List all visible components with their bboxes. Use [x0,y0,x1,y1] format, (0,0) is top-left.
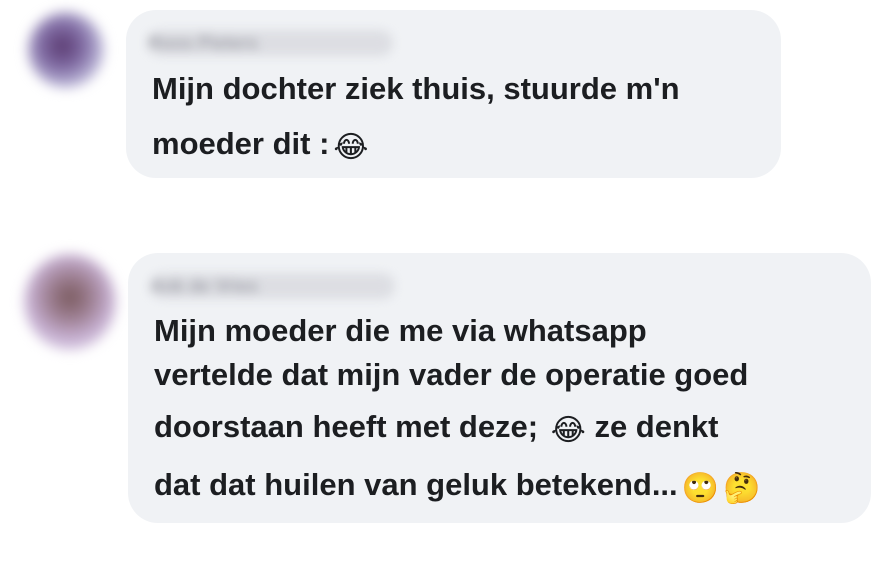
eye-roll-emoji-icon: 🙄 [681,472,720,505]
comment-text-line: moeder dit : 😂 [152,128,368,163]
comment-text-line: doorstaan heeft met deze; 😂 ze denkt [154,411,718,446]
comment-bubble: Ank de Vries Mijn moeder die me via what… [128,253,871,523]
laughing-tears-emoji-icon: 😂 [333,131,369,164]
comment-text-line: Mijn dochter ziek thuis, stuurde m'n [152,71,680,106]
comment-thread: Roos Pieters Mijn dochter ziek thuis, st… [0,0,880,569]
comment-bubble: Roos Pieters Mijn dochter ziek thuis, st… [126,10,781,178]
comment-text: doorstaan heeft met deze; [154,409,539,444]
avatar[interactable] [28,12,104,88]
comment-text: moeder dit : [152,126,330,161]
comment-text-line: dat dat huilen van geluk betekend... 🙄 🤔 [154,469,760,504]
avatar[interactable] [24,254,116,350]
author-name[interactable]: Ank de Vries [150,273,395,299]
comment-text-line: Mijn moeder die me via whatsapp [154,313,647,348]
thinking-emoji-icon: 🤔 [723,472,761,505]
comment-text: ze denkt [594,409,719,444]
laughing-tears-emoji-icon: 😂 [550,414,586,447]
comment-text-line: vertelde dat mijn vader de operatie goed [154,357,749,392]
author-name[interactable]: Roos Pieters [148,30,393,56]
comment-text: dat dat huilen van geluk betekend... [154,467,678,502]
